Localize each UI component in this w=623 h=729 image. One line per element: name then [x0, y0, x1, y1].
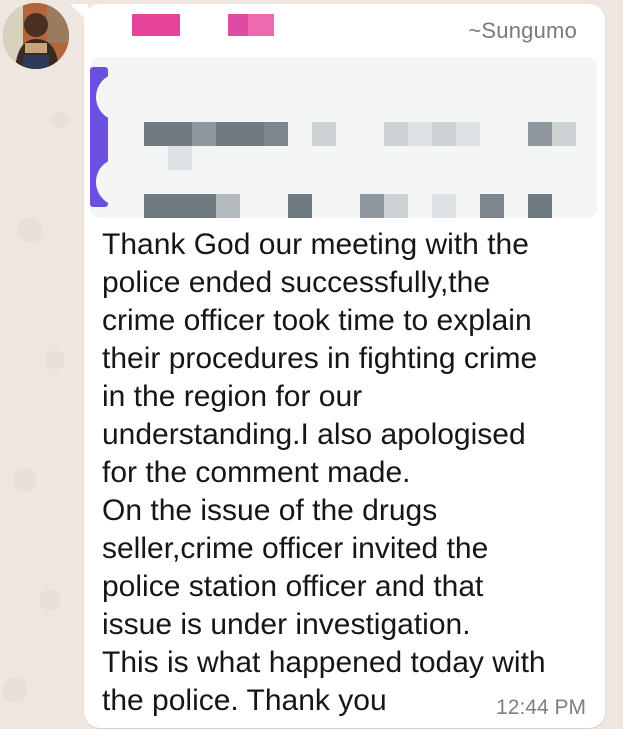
redacted-phone-number — [96, 14, 366, 36]
quote-accent-bar — [90, 67, 120, 207]
message-text: Thank God our meeting with the police en… — [102, 228, 546, 717]
message-timestamp: 12:44 PM — [496, 696, 586, 719]
quoted-message[interactable] — [90, 57, 597, 218]
sender-avatar[interactable] — [3, 3, 69, 69]
sender-name[interactable]: ~Sungumo — [468, 18, 577, 44]
avatar-photo — [3, 3, 69, 69]
message-bubble[interactable]: ~Sungumo Thank God our meeting with the … — [84, 4, 605, 728]
